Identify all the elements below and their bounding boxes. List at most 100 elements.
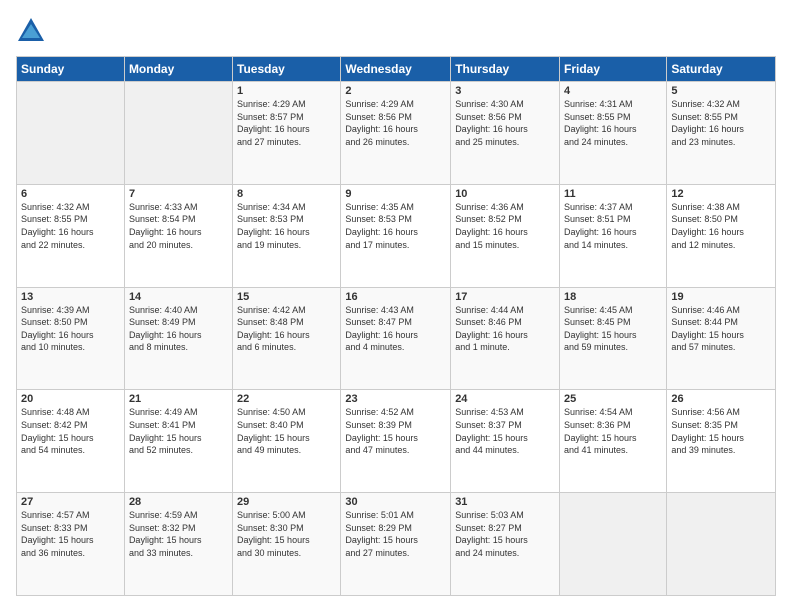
calendar-cell: 8Sunrise: 4:34 AM Sunset: 8:53 PM Daylig… [233,184,341,287]
day-info: Sunrise: 4:45 AM Sunset: 8:45 PM Dayligh… [564,304,662,354]
day-number: 6 [21,188,120,200]
calendar-cell: 30Sunrise: 5:01 AM Sunset: 8:29 PM Dayli… [341,493,451,596]
calendar-cell: 10Sunrise: 4:36 AM Sunset: 8:52 PM Dayli… [451,184,560,287]
calendar-cell: 4Sunrise: 4:31 AM Sunset: 8:55 PM Daylig… [560,82,667,185]
logo [16,16,50,46]
day-info: Sunrise: 4:40 AM Sunset: 8:49 PM Dayligh… [129,304,228,354]
day-number: 19 [671,291,771,303]
day-number: 18 [564,291,662,303]
day-number: 29 [237,496,336,508]
day-number: 25 [564,393,662,405]
calendar-cell: 24Sunrise: 4:53 AM Sunset: 8:37 PM Dayli… [451,390,560,493]
calendar-cell: 25Sunrise: 4:54 AM Sunset: 8:36 PM Dayli… [560,390,667,493]
day-info: Sunrise: 4:32 AM Sunset: 8:55 PM Dayligh… [671,98,771,148]
calendar-cell: 21Sunrise: 4:49 AM Sunset: 8:41 PM Dayli… [124,390,232,493]
day-info: Sunrise: 4:52 AM Sunset: 8:39 PM Dayligh… [345,406,446,456]
day-number: 17 [455,291,555,303]
day-number: 20 [21,393,120,405]
day-of-week-header: Wednesday [341,57,451,82]
day-number: 14 [129,291,228,303]
calendar-cell: 6Sunrise: 4:32 AM Sunset: 8:55 PM Daylig… [17,184,125,287]
day-info: Sunrise: 4:54 AM Sunset: 8:36 PM Dayligh… [564,406,662,456]
day-info: Sunrise: 4:44 AM Sunset: 8:46 PM Dayligh… [455,304,555,354]
day-info: Sunrise: 4:53 AM Sunset: 8:37 PM Dayligh… [455,406,555,456]
calendar-cell: 15Sunrise: 4:42 AM Sunset: 8:48 PM Dayli… [233,287,341,390]
logo-icon [16,16,46,46]
calendar-cell: 22Sunrise: 4:50 AM Sunset: 8:40 PM Dayli… [233,390,341,493]
day-number: 28 [129,496,228,508]
day-number: 27 [21,496,120,508]
day-info: Sunrise: 4:30 AM Sunset: 8:56 PM Dayligh… [455,98,555,148]
calendar-header-row: SundayMondayTuesdayWednesdayThursdayFrid… [17,57,776,82]
calendar-cell: 9Sunrise: 4:35 AM Sunset: 8:53 PM Daylig… [341,184,451,287]
day-of-week-header: Thursday [451,57,560,82]
day-info: Sunrise: 4:32 AM Sunset: 8:55 PM Dayligh… [21,201,120,251]
calendar-cell [667,493,776,596]
day-info: Sunrise: 4:56 AM Sunset: 8:35 PM Dayligh… [671,406,771,456]
day-number: 15 [237,291,336,303]
day-number: 3 [455,85,555,97]
day-info: Sunrise: 4:57 AM Sunset: 8:33 PM Dayligh… [21,509,120,559]
calendar-cell: 27Sunrise: 4:57 AM Sunset: 8:33 PM Dayli… [17,493,125,596]
calendar-week-row: 13Sunrise: 4:39 AM Sunset: 8:50 PM Dayli… [17,287,776,390]
calendar-cell: 19Sunrise: 4:46 AM Sunset: 8:44 PM Dayli… [667,287,776,390]
calendar-cell: 28Sunrise: 4:59 AM Sunset: 8:32 PM Dayli… [124,493,232,596]
day-number: 5 [671,85,771,97]
day-info: Sunrise: 4:48 AM Sunset: 8:42 PM Dayligh… [21,406,120,456]
day-number: 21 [129,393,228,405]
day-number: 2 [345,85,446,97]
day-number: 30 [345,496,446,508]
day-number: 1 [237,85,336,97]
calendar-week-row: 1Sunrise: 4:29 AM Sunset: 8:57 PM Daylig… [17,82,776,185]
day-number: 22 [237,393,336,405]
day-number: 4 [564,85,662,97]
day-info: Sunrise: 4:36 AM Sunset: 8:52 PM Dayligh… [455,201,555,251]
day-info: Sunrise: 4:46 AM Sunset: 8:44 PM Dayligh… [671,304,771,354]
day-number: 16 [345,291,446,303]
day-number: 12 [671,188,771,200]
calendar-cell: 3Sunrise: 4:30 AM Sunset: 8:56 PM Daylig… [451,82,560,185]
day-info: Sunrise: 5:01 AM Sunset: 8:29 PM Dayligh… [345,509,446,559]
calendar-cell: 17Sunrise: 4:44 AM Sunset: 8:46 PM Dayli… [451,287,560,390]
day-info: Sunrise: 4:42 AM Sunset: 8:48 PM Dayligh… [237,304,336,354]
day-info: Sunrise: 5:00 AM Sunset: 8:30 PM Dayligh… [237,509,336,559]
calendar-cell: 26Sunrise: 4:56 AM Sunset: 8:35 PM Dayli… [667,390,776,493]
calendar-cell: 16Sunrise: 4:43 AM Sunset: 8:47 PM Dayli… [341,287,451,390]
calendar-cell: 2Sunrise: 4:29 AM Sunset: 8:56 PM Daylig… [341,82,451,185]
calendar-cell: 29Sunrise: 5:00 AM Sunset: 8:30 PM Dayli… [233,493,341,596]
calendar-cell: 18Sunrise: 4:45 AM Sunset: 8:45 PM Dayli… [560,287,667,390]
day-number: 11 [564,188,662,200]
calendar-week-row: 20Sunrise: 4:48 AM Sunset: 8:42 PM Dayli… [17,390,776,493]
day-number: 7 [129,188,228,200]
day-number: 9 [345,188,446,200]
day-number: 13 [21,291,120,303]
calendar-cell [560,493,667,596]
page: SundayMondayTuesdayWednesdayThursdayFrid… [0,0,792,612]
day-info: Sunrise: 4:29 AM Sunset: 8:57 PM Dayligh… [237,98,336,148]
day-info: Sunrise: 4:59 AM Sunset: 8:32 PM Dayligh… [129,509,228,559]
calendar-cell [17,82,125,185]
day-info: Sunrise: 4:34 AM Sunset: 8:53 PM Dayligh… [237,201,336,251]
day-of-week-header: Monday [124,57,232,82]
day-number: 8 [237,188,336,200]
day-number: 23 [345,393,446,405]
day-info: Sunrise: 4:37 AM Sunset: 8:51 PM Dayligh… [564,201,662,251]
day-info: Sunrise: 4:38 AM Sunset: 8:50 PM Dayligh… [671,201,771,251]
calendar-cell: 23Sunrise: 4:52 AM Sunset: 8:39 PM Dayli… [341,390,451,493]
day-info: Sunrise: 4:50 AM Sunset: 8:40 PM Dayligh… [237,406,336,456]
day-of-week-header: Tuesday [233,57,341,82]
day-of-week-header: Sunday [17,57,125,82]
calendar-cell: 14Sunrise: 4:40 AM Sunset: 8:49 PM Dayli… [124,287,232,390]
calendar-table: SundayMondayTuesdayWednesdayThursdayFrid… [16,56,776,596]
day-info: Sunrise: 4:29 AM Sunset: 8:56 PM Dayligh… [345,98,446,148]
calendar-cell: 7Sunrise: 4:33 AM Sunset: 8:54 PM Daylig… [124,184,232,287]
calendar-cell: 12Sunrise: 4:38 AM Sunset: 8:50 PM Dayli… [667,184,776,287]
day-number: 26 [671,393,771,405]
day-info: Sunrise: 4:33 AM Sunset: 8:54 PM Dayligh… [129,201,228,251]
calendar-cell: 1Sunrise: 4:29 AM Sunset: 8:57 PM Daylig… [233,82,341,185]
day-info: Sunrise: 5:03 AM Sunset: 8:27 PM Dayligh… [455,509,555,559]
header [16,16,776,46]
day-of-week-header: Saturday [667,57,776,82]
calendar-week-row: 27Sunrise: 4:57 AM Sunset: 8:33 PM Dayli… [17,493,776,596]
calendar-week-row: 6Sunrise: 4:32 AM Sunset: 8:55 PM Daylig… [17,184,776,287]
